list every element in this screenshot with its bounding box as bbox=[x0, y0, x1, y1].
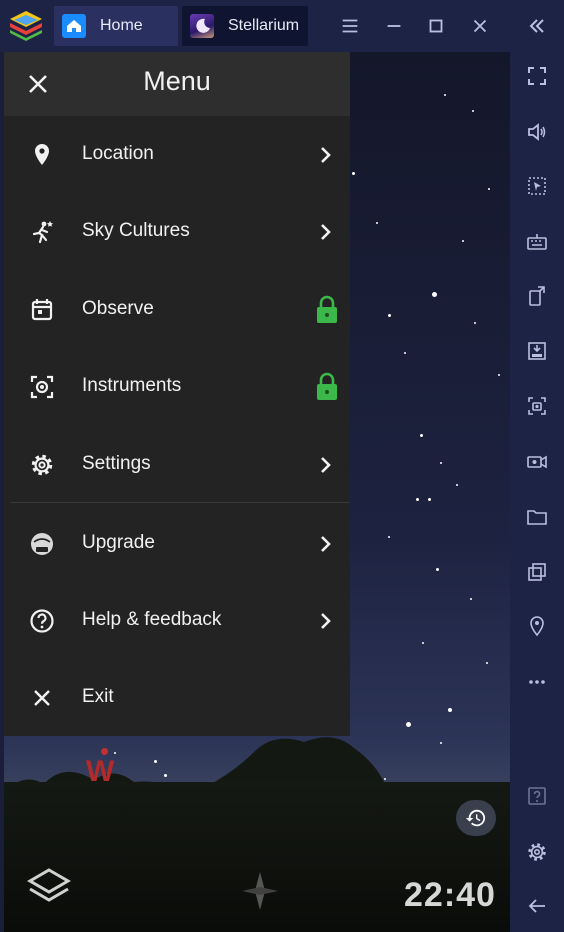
volume-icon[interactable] bbox=[523, 118, 551, 146]
keyboard-icon[interactable] bbox=[523, 228, 551, 256]
layers-icon[interactable] bbox=[26, 866, 72, 906]
time-history-button[interactable] bbox=[456, 800, 496, 836]
menu-item-label: Location bbox=[82, 143, 154, 164]
star bbox=[422, 642, 424, 644]
close-window-icon[interactable] bbox=[466, 12, 494, 40]
rotate-icon[interactable] bbox=[523, 282, 551, 310]
lock-icon bbox=[317, 295, 337, 323]
more-icon[interactable] bbox=[523, 668, 551, 696]
record-icon[interactable] bbox=[523, 448, 551, 476]
tab-home[interactable]: Home bbox=[54, 6, 178, 46]
location-pin-icon bbox=[35, 144, 49, 165]
help-icon[interactable] bbox=[523, 782, 551, 810]
menu-item-sky-cultures[interactable]: Sky Cultures bbox=[4, 200, 350, 264]
star bbox=[428, 498, 431, 501]
menu-item-observe[interactable]: Observe bbox=[4, 278, 350, 342]
direction-marker-dot bbox=[101, 748, 108, 755]
west-direction-marker: W bbox=[86, 755, 115, 788]
menu-item-label: Sky Cultures bbox=[82, 220, 190, 241]
close-icon bbox=[34, 690, 50, 706]
star bbox=[444, 94, 446, 96]
gear-icon bbox=[31, 454, 53, 476]
star bbox=[472, 110, 474, 112]
star bbox=[388, 536, 390, 538]
time-display[interactable]: 22:40 bbox=[404, 876, 496, 915]
tab-stellarium-label: Stellarium bbox=[228, 17, 300, 34]
tab-stellarium[interactable]: Stellarium bbox=[182, 6, 308, 46]
star bbox=[456, 484, 458, 486]
compass-icon[interactable] bbox=[232, 866, 288, 916]
menu-item-label: Help & feedback bbox=[82, 609, 222, 630]
menu-divider bbox=[10, 502, 350, 503]
star bbox=[486, 662, 488, 664]
apk-install-icon[interactable] bbox=[523, 337, 551, 365]
fullscreen-icon[interactable] bbox=[523, 62, 551, 90]
star bbox=[352, 172, 355, 175]
star bbox=[432, 292, 437, 297]
location-icon[interactable] bbox=[523, 612, 551, 640]
star bbox=[436, 568, 439, 571]
calendar-icon bbox=[31, 299, 53, 321]
menu-item-exit[interactable]: Exit bbox=[4, 666, 350, 730]
menu-item-location[interactable]: Location bbox=[4, 123, 350, 187]
star bbox=[420, 434, 423, 437]
menu-item-label: Settings bbox=[82, 453, 151, 474]
instruments-icon bbox=[30, 375, 54, 399]
menu-item-settings[interactable]: Settings bbox=[4, 433, 350, 497]
maximize-icon[interactable] bbox=[422, 12, 450, 40]
menu-item-label: Observe bbox=[82, 298, 154, 319]
menu-item-label: Upgrade bbox=[82, 532, 155, 553]
tab-home-label: Home bbox=[100, 17, 143, 34]
navigation-menu: Menu Location Sky Cultures Observe Instr… bbox=[4, 52, 350, 736]
star bbox=[416, 498, 419, 501]
sky-cultures-icon bbox=[32, 221, 53, 244]
chevron-right-icon bbox=[321, 457, 331, 473]
help-icon bbox=[30, 609, 54, 633]
title-bar: Home Stellarium bbox=[0, 0, 564, 52]
bluestacks-logo-icon[interactable] bbox=[8, 9, 44, 43]
star bbox=[470, 598, 472, 600]
star bbox=[404, 352, 406, 354]
upgrade-icon bbox=[31, 533, 53, 555]
star bbox=[462, 240, 464, 242]
star bbox=[440, 462, 442, 464]
right-toolbar bbox=[510, 0, 564, 932]
menu-item-help-feedback[interactable]: Help & feedback bbox=[4, 589, 350, 653]
minimize-icon[interactable] bbox=[380, 12, 408, 40]
menu-header: Menu bbox=[4, 52, 350, 116]
menu-item-upgrade[interactable]: Upgrade bbox=[4, 512, 350, 576]
home-icon bbox=[62, 14, 86, 38]
folder-icon[interactable] bbox=[523, 503, 551, 531]
cursor-icon[interactable] bbox=[523, 172, 551, 200]
history-icon bbox=[465, 809, 486, 827]
chevron-right-icon bbox=[321, 613, 331, 629]
chevron-right-icon bbox=[321, 224, 331, 240]
star bbox=[388, 314, 391, 317]
chevron-right-icon bbox=[321, 536, 331, 552]
star bbox=[488, 188, 490, 190]
settings-icon[interactable] bbox=[523, 838, 551, 866]
star bbox=[448, 708, 452, 712]
chevron-right-icon bbox=[321, 147, 331, 163]
menu-item-label: Exit bbox=[82, 686, 114, 707]
menu-item-label: Instruments bbox=[82, 375, 182, 396]
star bbox=[498, 374, 500, 376]
menu-title: Menu bbox=[143, 66, 211, 96]
screenshot-icon[interactable] bbox=[523, 392, 551, 420]
back-icon[interactable] bbox=[523, 892, 551, 920]
star bbox=[474, 322, 476, 324]
menu-item-instruments[interactable]: Instruments bbox=[4, 355, 350, 419]
stellarium-app-icon bbox=[190, 14, 214, 38]
multi-instance-icon[interactable] bbox=[523, 558, 551, 586]
collapse-sidebar-icon[interactable] bbox=[523, 12, 551, 40]
menu-icon[interactable] bbox=[336, 12, 364, 40]
star bbox=[376, 222, 378, 224]
lock-icon bbox=[317, 372, 337, 400]
